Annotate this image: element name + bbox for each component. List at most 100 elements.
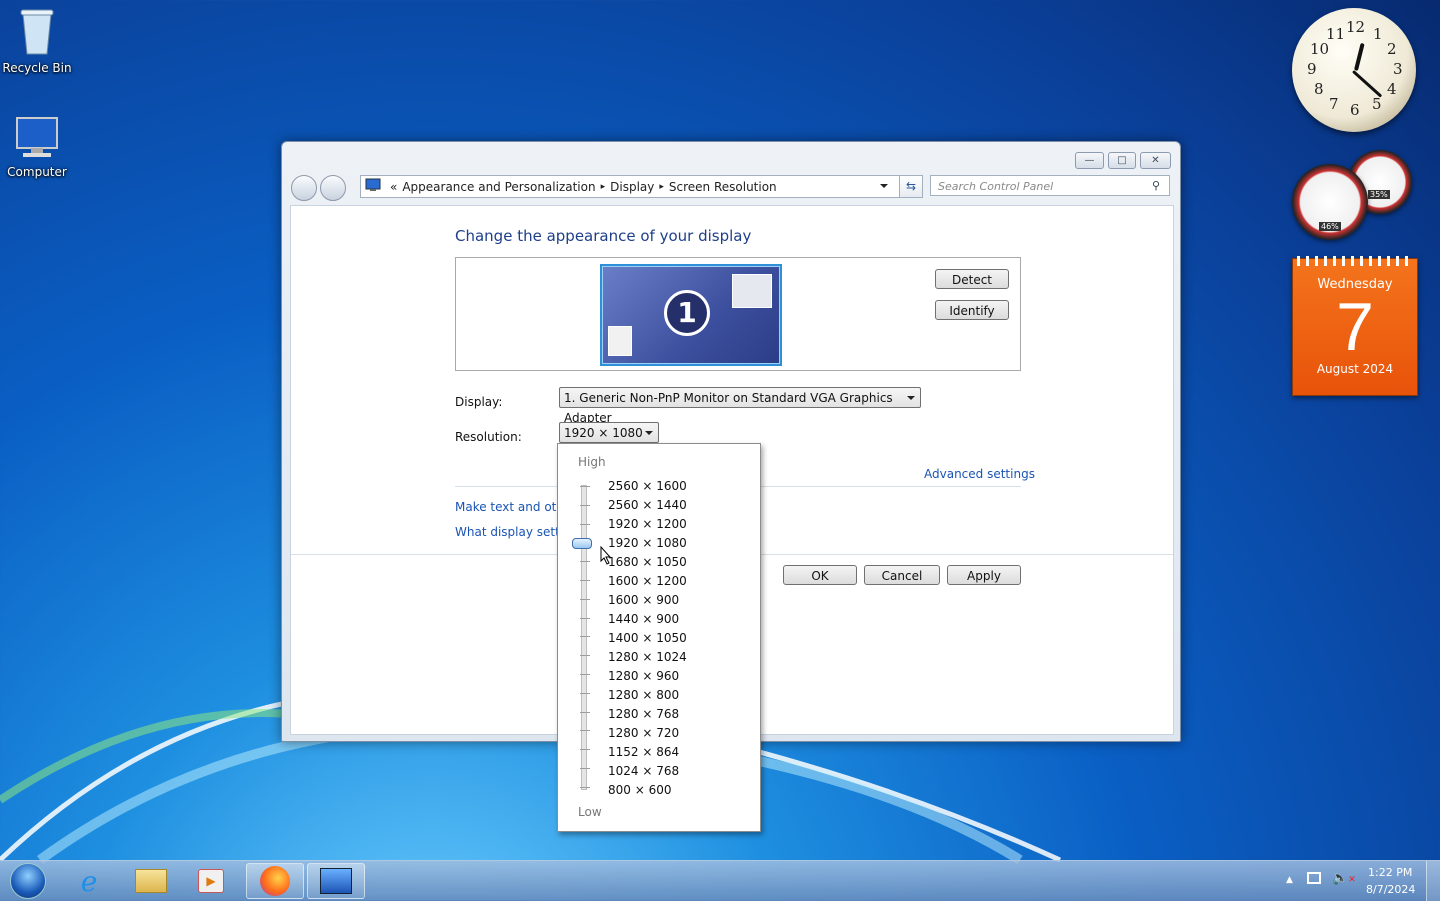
clock-number: 2 bbox=[1387, 40, 1397, 58]
breadcrumb-screen-resolution[interactable]: Screen Resolution bbox=[669, 180, 777, 194]
taskbar-control-panel[interactable] bbox=[307, 863, 365, 899]
clock-number: 5 bbox=[1372, 95, 1382, 113]
document-thumbnail-icon bbox=[608, 326, 632, 356]
resolution-option[interactable]: 1600 × 900 bbox=[608, 593, 679, 607]
resolution-option[interactable]: 1280 × 960 bbox=[608, 669, 679, 683]
display-preview-box: 1 Detect Identify bbox=[455, 257, 1021, 371]
window-thumbnail-icon bbox=[732, 274, 772, 308]
breadcrumb-separator[interactable]: ▸ bbox=[601, 182, 606, 192]
slider-tick bbox=[580, 486, 590, 487]
taskbar-date[interactable]: 8/7/2024 bbox=[1366, 883, 1415, 896]
desktop-icon-recycle-bin[interactable]: Recycle Bin bbox=[0, 8, 74, 75]
chevron-down-icon bbox=[907, 396, 915, 400]
taskbar-windows-explorer[interactable] bbox=[122, 863, 180, 899]
internet-explorer-icon: e bbox=[80, 864, 98, 898]
clock-number: 11 bbox=[1326, 25, 1346, 43]
slider-tick bbox=[580, 580, 590, 581]
resolution-option[interactable]: 2560 × 1440 bbox=[608, 498, 687, 512]
resolution-option[interactable]: 1400 × 1050 bbox=[608, 631, 687, 645]
control-panel-icon bbox=[365, 178, 381, 195]
slider-tick bbox=[580, 523, 590, 525]
network-icon[interactable] bbox=[1307, 872, 1321, 884]
taskbar-time[interactable]: 1:22 PM bbox=[1368, 866, 1412, 879]
desktop-icon-computer[interactable]: Computer bbox=[0, 116, 74, 179]
taskbar-media-player[interactable]: ▶ bbox=[182, 863, 240, 899]
taskbar-internet-explorer[interactable]: e bbox=[60, 863, 118, 899]
resolution-label: Resolution: bbox=[455, 430, 522, 444]
show-hidden-icons-icon[interactable]: ▲ bbox=[1286, 875, 1293, 885]
apply-button[interactable]: Apply bbox=[947, 565, 1021, 585]
breadcrumb-appearance[interactable]: Appearance and Personalization bbox=[402, 180, 595, 194]
slider-tick bbox=[580, 655, 590, 657]
resolution-select[interactable]: 1920 × 1080 bbox=[559, 422, 659, 443]
clock-number: 1 bbox=[1373, 25, 1383, 43]
resolution-option[interactable]: 1152 × 864 bbox=[608, 745, 679, 759]
search-input[interactable]: Search Control Panel bbox=[930, 175, 1170, 196]
detect-button[interactable]: Detect bbox=[935, 269, 1009, 289]
resolution-slider-thumb[interactable] bbox=[572, 538, 592, 549]
clock-gadget[interactable]: 12 1 2 3 4 5 6 7 8 9 10 11 bbox=[1292, 8, 1416, 132]
resolution-option[interactable]: 1920 × 1080 bbox=[608, 536, 687, 550]
resolution-select-value: 1920 × 1080 bbox=[564, 426, 643, 440]
volume-muted-icon[interactable]: 🔈✕ bbox=[1332, 871, 1356, 886]
taskbar: e ▶ ▲ 🔈✕ 1:22 PM 8/7/2024 bbox=[0, 860, 1440, 901]
identify-button[interactable]: Identify bbox=[935, 300, 1009, 320]
start-button[interactable] bbox=[0, 863, 56, 899]
resolution-option[interactable]: 1280 × 768 bbox=[608, 707, 679, 721]
slider-tick bbox=[580, 786, 590, 788]
resolution-option[interactable]: 1280 × 720 bbox=[608, 726, 679, 740]
slider-tick bbox=[580, 749, 590, 751]
resolution-dropdown: High 2560 × 1600 2560 × 1440 1920 × 1200 19… bbox=[557, 443, 761, 832]
memory-percent: 35% bbox=[1368, 190, 1390, 199]
windows-logo-icon bbox=[10, 863, 46, 899]
slider-tick bbox=[580, 636, 590, 638]
search-icon[interactable]: ⚲ bbox=[1152, 179, 1160, 192]
resolution-option[interactable]: 1024 × 768 bbox=[608, 764, 679, 778]
folder-icon bbox=[135, 869, 167, 893]
close-button[interactable]: ✕ bbox=[1140, 152, 1171, 169]
refresh-button[interactable]: ⇆ bbox=[899, 175, 923, 198]
mouse-cursor-icon bbox=[600, 546, 612, 565]
advanced-settings-link[interactable]: Advanced settings bbox=[924, 467, 1035, 481]
address-prefix: « bbox=[390, 179, 398, 194]
clock-minute-hand bbox=[1351, 70, 1383, 98]
taskbar-firefox[interactable] bbox=[246, 863, 304, 899]
slider-tick bbox=[580, 768, 590, 769]
cancel-button[interactable]: Cancel bbox=[864, 565, 940, 585]
firefox-icon bbox=[260, 866, 290, 896]
resolution-option[interactable]: 1440 × 900 bbox=[608, 612, 679, 626]
calendar-day: 7 bbox=[1336, 289, 1374, 365]
resolution-option[interactable]: 1280 × 1024 bbox=[608, 650, 687, 664]
clock-number: 3 bbox=[1393, 60, 1403, 78]
breadcrumb-display[interactable]: Display bbox=[610, 180, 654, 194]
slider-tick bbox=[580, 598, 590, 600]
resolution-option[interactable]: 2560 × 1600 bbox=[608, 479, 687, 493]
display-select[interactable]: 1. Generic Non-PnP Monitor on Standard V… bbox=[559, 387, 921, 425]
address-dropdown-icon[interactable] bbox=[880, 184, 888, 188]
control-panel-icon bbox=[320, 868, 352, 894]
show-desktop-button[interactable] bbox=[1426, 861, 1440, 901]
desktop-icon-label: Recycle Bin bbox=[2, 61, 72, 75]
resolution-option[interactable]: 1600 × 1200 bbox=[608, 574, 687, 588]
monitor-number: 1 bbox=[677, 296, 697, 329]
resolution-option[interactable]: 1920 × 1200 bbox=[608, 517, 687, 531]
forward-button[interactable] bbox=[320, 175, 346, 201]
maximize-button[interactable]: □ bbox=[1108, 152, 1136, 169]
slider-tick bbox=[580, 504, 590, 506]
slider-tick bbox=[580, 711, 590, 713]
slider-tick bbox=[580, 561, 590, 563]
back-button[interactable] bbox=[291, 175, 317, 201]
calendar-gadget[interactable]: Wednesday 7 August 2024 bbox=[1292, 256, 1418, 396]
resolution-option[interactable]: 1280 × 800 bbox=[608, 688, 679, 702]
resolution-slider-track[interactable] bbox=[581, 485, 587, 790]
clock-hour-hand bbox=[1354, 42, 1365, 71]
address-bar[interactable]: « Appearance and Personalization ▸ Displ… bbox=[360, 175, 900, 198]
ok-button[interactable]: OK bbox=[783, 565, 857, 585]
slider-tick bbox=[580, 617, 590, 619]
resolution-option[interactable]: 1680 × 1050 bbox=[608, 555, 687, 569]
monitor-1-tile[interactable]: 1 bbox=[600, 264, 782, 366]
clock-number: 7 bbox=[1329, 95, 1339, 113]
breadcrumb-separator[interactable]: ▸ bbox=[659, 182, 664, 192]
resolution-option[interactable]: 800 × 600 bbox=[608, 783, 672, 797]
minimize-button[interactable]: — bbox=[1075, 152, 1104, 169]
